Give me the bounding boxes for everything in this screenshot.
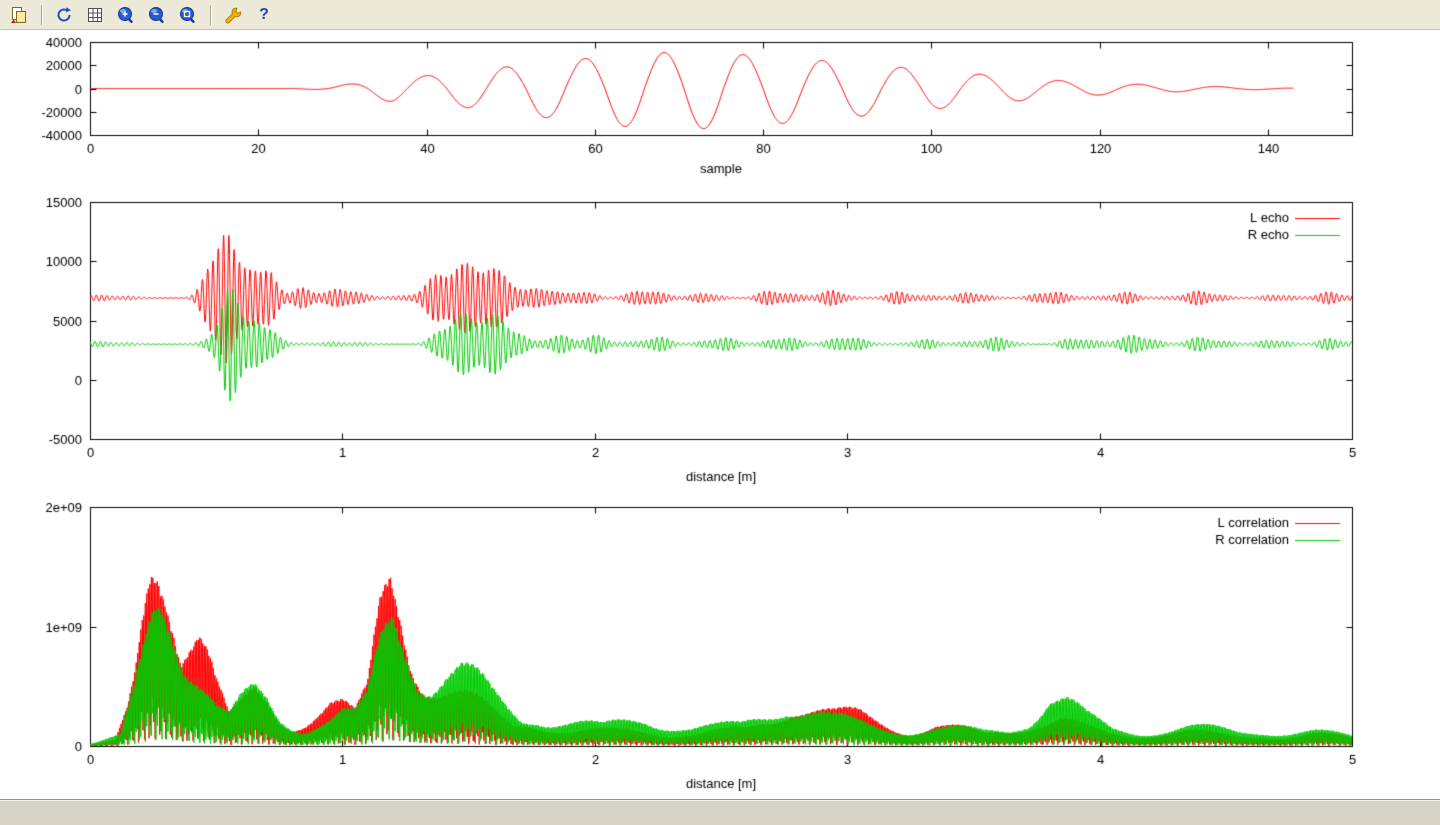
correlation-plot-canvas[interactable] (0, 495, 1440, 799)
toolbar-separator (41, 5, 42, 25)
toggle-grid-icon (86, 6, 104, 24)
zoom-out-button[interactable] (143, 1, 171, 29)
replot-icon (55, 6, 73, 24)
copy-to-clipboard-button[interactable] (5, 1, 33, 29)
zoom-restore-button[interactable] (174, 1, 202, 29)
zoom-in-icon (117, 6, 135, 24)
help-button[interactable]: ? (250, 1, 278, 29)
zoom-out-icon (148, 6, 166, 24)
toolbar-separator (210, 5, 211, 25)
wrench-icon (224, 6, 242, 24)
zoom-restore-icon (179, 6, 197, 24)
status-bar (0, 799, 1440, 825)
plot-area (0, 31, 1440, 799)
copy-to-clipboard-icon (10, 6, 28, 24)
toggle-grid-button[interactable] (81, 1, 109, 29)
toolbar: ? (0, 0, 1440, 30)
help-icon: ? (259, 7, 269, 23)
echo-plot-canvas[interactable] (0, 196, 1440, 495)
zoom-in-button[interactable] (112, 1, 140, 29)
sample-waveform-plot-canvas[interactable] (0, 31, 1440, 196)
replot-button[interactable] (50, 1, 78, 29)
config-button[interactable] (219, 1, 247, 29)
